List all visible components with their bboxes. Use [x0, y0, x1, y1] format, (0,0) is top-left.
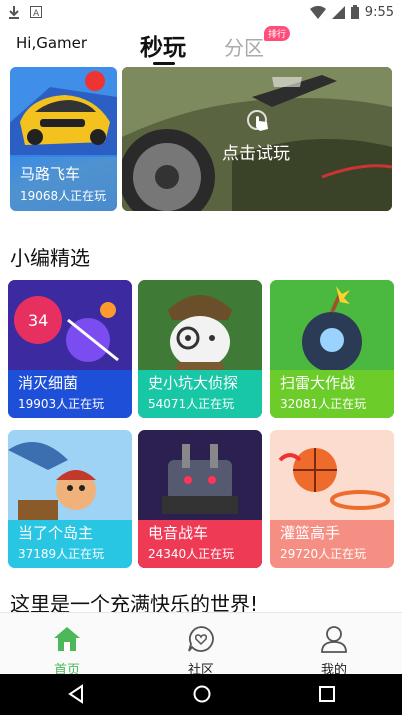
nav-community[interactable]: 社区 [161, 619, 241, 678]
game-title: 消灭细菌 [18, 374, 79, 392]
status-time: 9:55 [364, 4, 394, 20]
system-navigation-bar [0, 674, 402, 715]
svg-text:34: 34 [28, 311, 48, 330]
game-card[interactable]: 当了个岛主 37189人正在玩 [8, 430, 132, 568]
try-play-label: 点击试玩 [222, 144, 290, 164]
game-player-count: 29720人正在玩 [280, 547, 367, 561]
home-circle-icon[interactable] [192, 684, 212, 704]
game-card[interactable]: 史小坑大侦探 54071人正在玩 [138, 280, 262, 418]
featured-game-title: 马路飞车 [20, 165, 81, 183]
greeting-text: Hi,Gamer [16, 34, 88, 52]
featured-player-count: 19068人正在玩 [20, 189, 107, 203]
wifi-icon [309, 5, 326, 19]
editor-picks-title: 小编精选 [10, 246, 90, 270]
game-title: 灌篮高手 [280, 524, 341, 542]
bottom-navigation: 首页 社区 我的 [0, 612, 402, 678]
game-player-count: 37189人正在玩 [18, 547, 105, 561]
game-player-count: 24340人正在玩 [148, 547, 235, 561]
game-card[interactable]: 灌篮高手 29720人正在玩 [270, 430, 394, 568]
featured-trial-banner[interactable]: 点击试玩 [122, 67, 392, 211]
active-tab-indicator [153, 62, 175, 65]
tap-hand-icon [247, 110, 268, 131]
back-icon[interactable] [66, 684, 86, 704]
game-player-count: 19903人正在玩 [18, 397, 105, 411]
home-icon [54, 627, 80, 651]
game-title: 史小坑大侦探 [148, 374, 239, 392]
car-racing-art [10, 67, 117, 157]
download-icon [9, 6, 19, 19]
game-card[interactable]: 扫雷大作战 32081人正在玩 [270, 280, 394, 418]
nav-profile[interactable]: 我的 [294, 619, 374, 678]
community-chat-icon [188, 626, 214, 652]
signal-icon [331, 5, 345, 19]
notification-a-icon: A [30, 6, 42, 18]
nav-home[interactable]: 首页 [27, 619, 107, 678]
game-title: 电音战车 [148, 524, 209, 542]
game-card[interactable]: 电音战车 24340人正在玩 [138, 430, 262, 568]
game-player-count: 32081人正在玩 [280, 397, 367, 411]
recents-icon[interactable] [317, 684, 337, 704]
top-header: Hi,Gamer 秒玩 分区 排行 [0, 24, 402, 66]
featured-game-card[interactable]: 马路飞车 19068人正在玩 [10, 67, 117, 211]
game-title: 当了个岛主 [18, 524, 94, 542]
tab-categories[interactable]: 分区 [224, 32, 264, 61]
profile-icon [321, 626, 347, 653]
rank-badge[interactable]: 排行 [264, 26, 291, 41]
game-title: 扫雷大作战 [280, 374, 356, 392]
game-card[interactable]: 34 消灭细菌 19903人正在玩 [8, 280, 132, 418]
tab-instant-play[interactable]: 秒玩 [140, 28, 186, 62]
game-player-count: 54071人正在玩 [148, 397, 235, 411]
status-bar: A 9:55 [0, 0, 402, 24]
battery-icon [350, 5, 359, 19]
svg-text:A: A [33, 9, 40, 18]
